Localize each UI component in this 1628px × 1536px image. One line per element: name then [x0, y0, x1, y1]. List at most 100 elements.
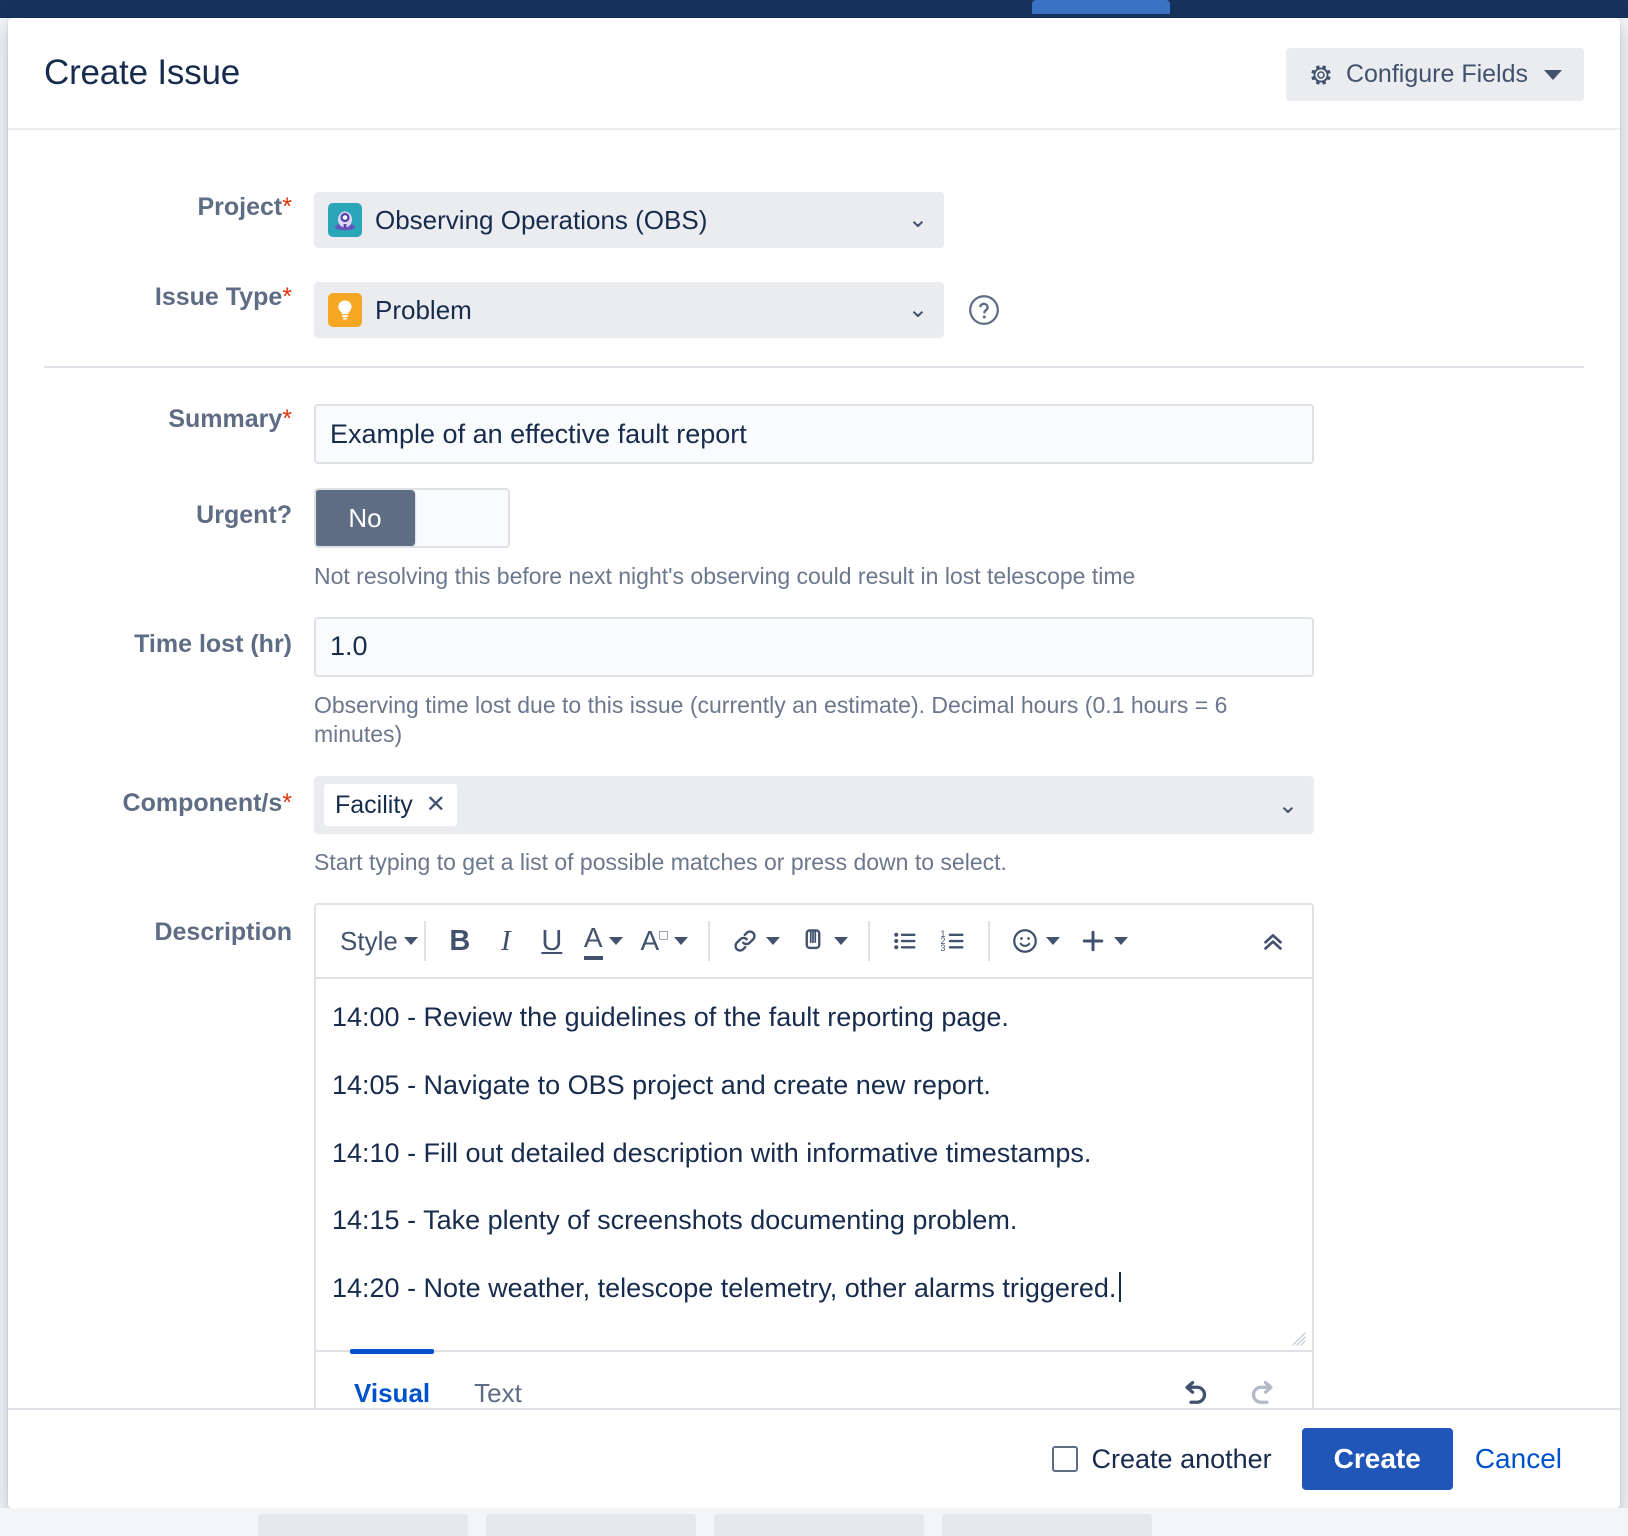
chevron-down-icon — [765, 937, 780, 945]
style-dropdown-button[interactable]: Style — [334, 918, 424, 964]
configure-fields-button[interactable]: Configure Fields — [1285, 48, 1584, 101]
field-components: Component/s* Facility ✕ ⌄ Start typing t… — [8, 776, 1620, 877]
page-title: Create Issue — [44, 53, 241, 92]
chevron-down-icon: ⌄ — [907, 206, 928, 233]
tab-visual-label: Visual — [354, 1378, 431, 1408]
chevron-down-icon — [833, 937, 848, 945]
configure-fields-label: Configure Fields — [1345, 60, 1528, 88]
insert-more-button[interactable] — [1072, 918, 1134, 964]
close-x-icon[interactable]: ✕ — [426, 793, 446, 817]
attachment-button[interactable] — [792, 918, 854, 964]
field-time-lost: Time lost (hr) 1.0 Observing time lost d… — [8, 616, 1620, 749]
collapse-toolbar-button[interactable] — [1252, 918, 1294, 964]
editor-toolbar: Style B I U A A□ 1 2 3 — [316, 905, 1312, 979]
extras-group — [990, 918, 1148, 964]
browser-top-strip — [0, 0, 1628, 18]
chevron-down-icon — [1113, 937, 1128, 945]
create-button[interactable]: Create — [1301, 1428, 1453, 1490]
description-line: 14:10 - Fill out detailed description wi… — [332, 1137, 1092, 1168]
tab-text-label: Text — [474, 1378, 522, 1408]
chevron-down-icon — [1544, 69, 1562, 80]
required-asterisk: * — [282, 405, 292, 433]
tab-text[interactable]: Text — [452, 1351, 544, 1408]
project-select[interactable]: Observing Operations (OBS) ⌄ — [314, 192, 944, 248]
required-asterisk: * — [282, 193, 292, 221]
background-pill — [258, 1514, 468, 1536]
italic-button[interactable]: I — [486, 918, 526, 964]
summary-input[interactable]: Example of an effective fault report — [314, 404, 1314, 464]
editor-footer: Visual Text — [316, 1348, 1312, 1408]
emoji-smiley-icon — [1010, 926, 1040, 956]
required-asterisk: * — [282, 283, 292, 311]
gear-icon — [1308, 62, 1334, 88]
components-multiselect[interactable]: Facility ✕ ⌄ — [314, 776, 1314, 835]
chevron-down-icon — [1045, 937, 1060, 945]
issue-type-value: Problem — [375, 294, 472, 325]
bullet-list-button[interactable] — [884, 918, 926, 964]
component-chip-label: Facility — [335, 790, 413, 819]
description-line-text: 14:20 - Note weather, telescope telemetr… — [332, 1273, 1117, 1303]
browser-tab[interactable] — [1032, 0, 1170, 14]
components-label: Component/s* — [122, 789, 292, 818]
chevron-down-icon: ⌄ — [1277, 791, 1298, 819]
time-lost-label: Time lost (hr) — [134, 629, 292, 658]
screen-root: Create Issue Configure Fields Project* O… — [0, 0, 1628, 1536]
list-group: 1 2 3 — [870, 918, 988, 964]
style-label: Style — [340, 925, 398, 956]
description-line-with-caret: 14:20 - Note weather, telescope telemetr… — [332, 1272, 1296, 1306]
dialog-footer: Create another Create Cancel — [8, 1408, 1620, 1508]
issue-type-select[interactable]: Problem ⌄ — [314, 282, 944, 338]
bold-button[interactable]: B — [440, 918, 480, 964]
time-lost-input[interactable]: 1.0 — [314, 616, 1314, 677]
text-highlight-button[interactable]: A□ — [635, 918, 694, 964]
create-issue-dialog: Create Issue Configure Fields Project* O… — [8, 18, 1620, 1508]
background-pill — [942, 1514, 1152, 1536]
components-help-text: Start typing to get a list of possible m… — [314, 849, 1007, 876]
urgent-toggle[interactable]: No — [314, 488, 510, 548]
field-issue-type: Issue Type* Problem ⌄ — [8, 282, 1620, 338]
project-telescope-avatar — [328, 203, 362, 237]
resize-grip-icon[interactable] — [1290, 1330, 1306, 1346]
text-color-label: A — [583, 922, 603, 960]
chevron-down-icon — [403, 937, 418, 945]
question-circle-icon[interactable] — [966, 292, 1002, 328]
description-line: 14:05 - Navigate to OBS project and crea… — [332, 1069, 991, 1100]
cancel-button[interactable]: Cancel — [1453, 1443, 1584, 1475]
text-format-group: B I U A A□ — [426, 918, 708, 964]
insert-group — [710, 918, 868, 964]
undo-arrow-icon[interactable] — [1176, 1376, 1212, 1408]
redo-arrow-icon[interactable] — [1246, 1376, 1282, 1408]
background-pill — [486, 1514, 696, 1536]
issue-type-label: Issue Type* — [154, 283, 292, 311]
component-chip-facility[interactable]: Facility ✕ — [324, 784, 457, 827]
text-cursor — [1119, 1272, 1122, 1302]
tab-visual[interactable]: Visual — [332, 1348, 452, 1408]
link-icon — [730, 926, 760, 956]
description-line: 14:00 - Review the guidelines of the fau… — [332, 1002, 1009, 1032]
text-color-button[interactable]: A — [578, 918, 629, 964]
create-another-checkbox[interactable] — [1051, 1446, 1078, 1472]
field-description: Description Style B I U A A□ 1 2 3 14:00… — [8, 903, 1620, 1408]
description-label: Description — [154, 918, 292, 946]
section-divider — [44, 366, 1584, 368]
description-line: 14:15 - Take plenty of screenshots docum… — [332, 1205, 1018, 1236]
create-another-label: Create another — [1091, 1443, 1272, 1474]
emoji-button[interactable] — [1004, 918, 1066, 964]
paperclip-icon — [798, 926, 828, 956]
chevron-double-up-icon — [1258, 926, 1288, 956]
project-label: Project* — [197, 193, 293, 221]
numbered-list-button[interactable]: 1 2 3 — [932, 918, 974, 964]
issue-type-problem-bulb-avatar — [328, 293, 362, 327]
dialog-body: Project* Observing Operations (OBS) ⌄ Is… — [8, 130, 1620, 1408]
field-urgent: Urgent? No Not resolving this before nex… — [8, 488, 1620, 591]
urgent-toggle-value: No — [316, 490, 415, 546]
urgent-help-text: Not resolving this before next night's o… — [314, 563, 1136, 589]
link-button[interactable] — [724, 918, 786, 964]
create-another-checkbox-wrap[interactable]: Create another — [1051, 1443, 1272, 1475]
plus-icon — [1078, 926, 1108, 956]
description-editor-content[interactable]: 14:00 - Review the guidelines of the fau… — [316, 979, 1312, 1350]
summary-label: Summary* — [168, 405, 292, 433]
svg-text:3: 3 — [940, 943, 945, 953]
time-lost-help-text: Observing time lost due to this issue (c… — [314, 691, 1228, 747]
underline-button[interactable]: U — [532, 918, 572, 964]
